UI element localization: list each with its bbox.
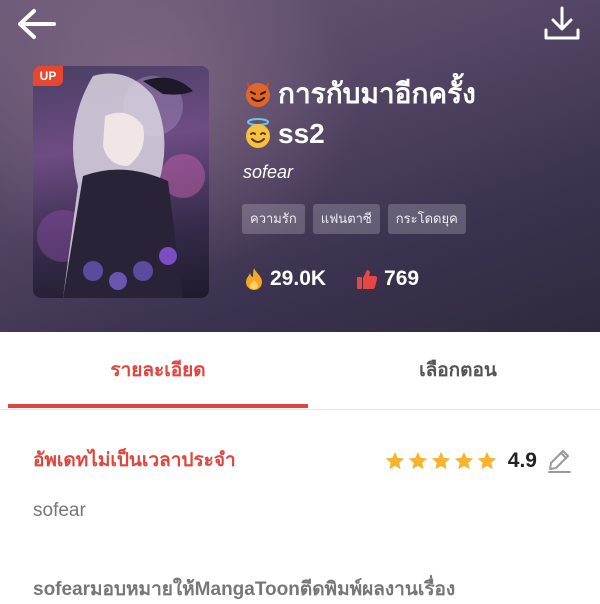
title-text-1: การกับมาอีกครั้ง	[278, 78, 476, 109]
tag-time-travel[interactable]: กระโดดยุค	[387, 204, 466, 234]
edit-pencil-icon[interactable]	[545, 447, 573, 475]
devil-emoji-icon	[246, 81, 270, 107]
content-tabs: รายละเอียด เลือกตอน	[0, 332, 600, 410]
angel-emoji-icon	[246, 118, 270, 148]
update-schedule: อัพเดทไม่เป็นเวลาประจำ	[33, 450, 236, 471]
back-arrow-icon	[18, 9, 56, 39]
comic-title: การกับมาอีกครั้ง ss2	[242, 74, 572, 154]
tag-fantasy[interactable]: แฟนตาซี	[312, 204, 380, 234]
stats-row: 29.0K 769	[244, 267, 449, 291]
title-line-1: การกับมาอีกครั้ง	[242, 78, 476, 109]
author-name[interactable]: sofear	[243, 162, 293, 183]
star-icon	[385, 451, 404, 470]
download-icon	[544, 6, 580, 40]
star-icon	[454, 451, 473, 470]
download-button[interactable]	[540, 4, 584, 44]
tag-romance[interactable]: ความรัก	[242, 204, 305, 234]
back-button[interactable]	[14, 6, 58, 42]
rating-value: 4.9	[507, 449, 537, 472]
tab-episodes[interactable]: เลือกตอน	[308, 332, 600, 409]
fire-icon	[246, 268, 262, 290]
title-text-2: ss2	[278, 118, 325, 149]
views-stat: 29.0K	[244, 267, 326, 291]
tab-details[interactable]: รายละเอียด	[8, 332, 308, 409]
cover-artwork	[37, 73, 205, 298]
likes-stat[interactable]: 769	[356, 267, 419, 291]
star-icon	[408, 451, 427, 470]
up-badge: UP	[33, 66, 63, 86]
likes-count: 769	[384, 267, 420, 290]
star-icon	[477, 451, 496, 470]
cover-image[interactable]: UP	[33, 66, 209, 298]
genre-tags: ความรัก แฟนตาซี กระโดดยุค	[242, 204, 466, 234]
star-icon	[431, 451, 450, 470]
author-label[interactable]: sofear	[33, 500, 86, 522]
thumbs-up-icon	[357, 270, 378, 289]
rating: 4.9	[384, 446, 573, 476]
update-rating-row: อัพเดทไม่เป็นเวลาประจำ 4.9	[33, 446, 573, 476]
comic-header: UP การกับมาอีกครั้ง ss2 sofear ความรัก แ…	[0, 0, 600, 332]
views-count: 29.0K	[270, 267, 327, 290]
active-tab-indicator	[8, 404, 308, 408]
rating-stars	[384, 450, 498, 472]
title-line-2: ss2	[242, 118, 325, 149]
